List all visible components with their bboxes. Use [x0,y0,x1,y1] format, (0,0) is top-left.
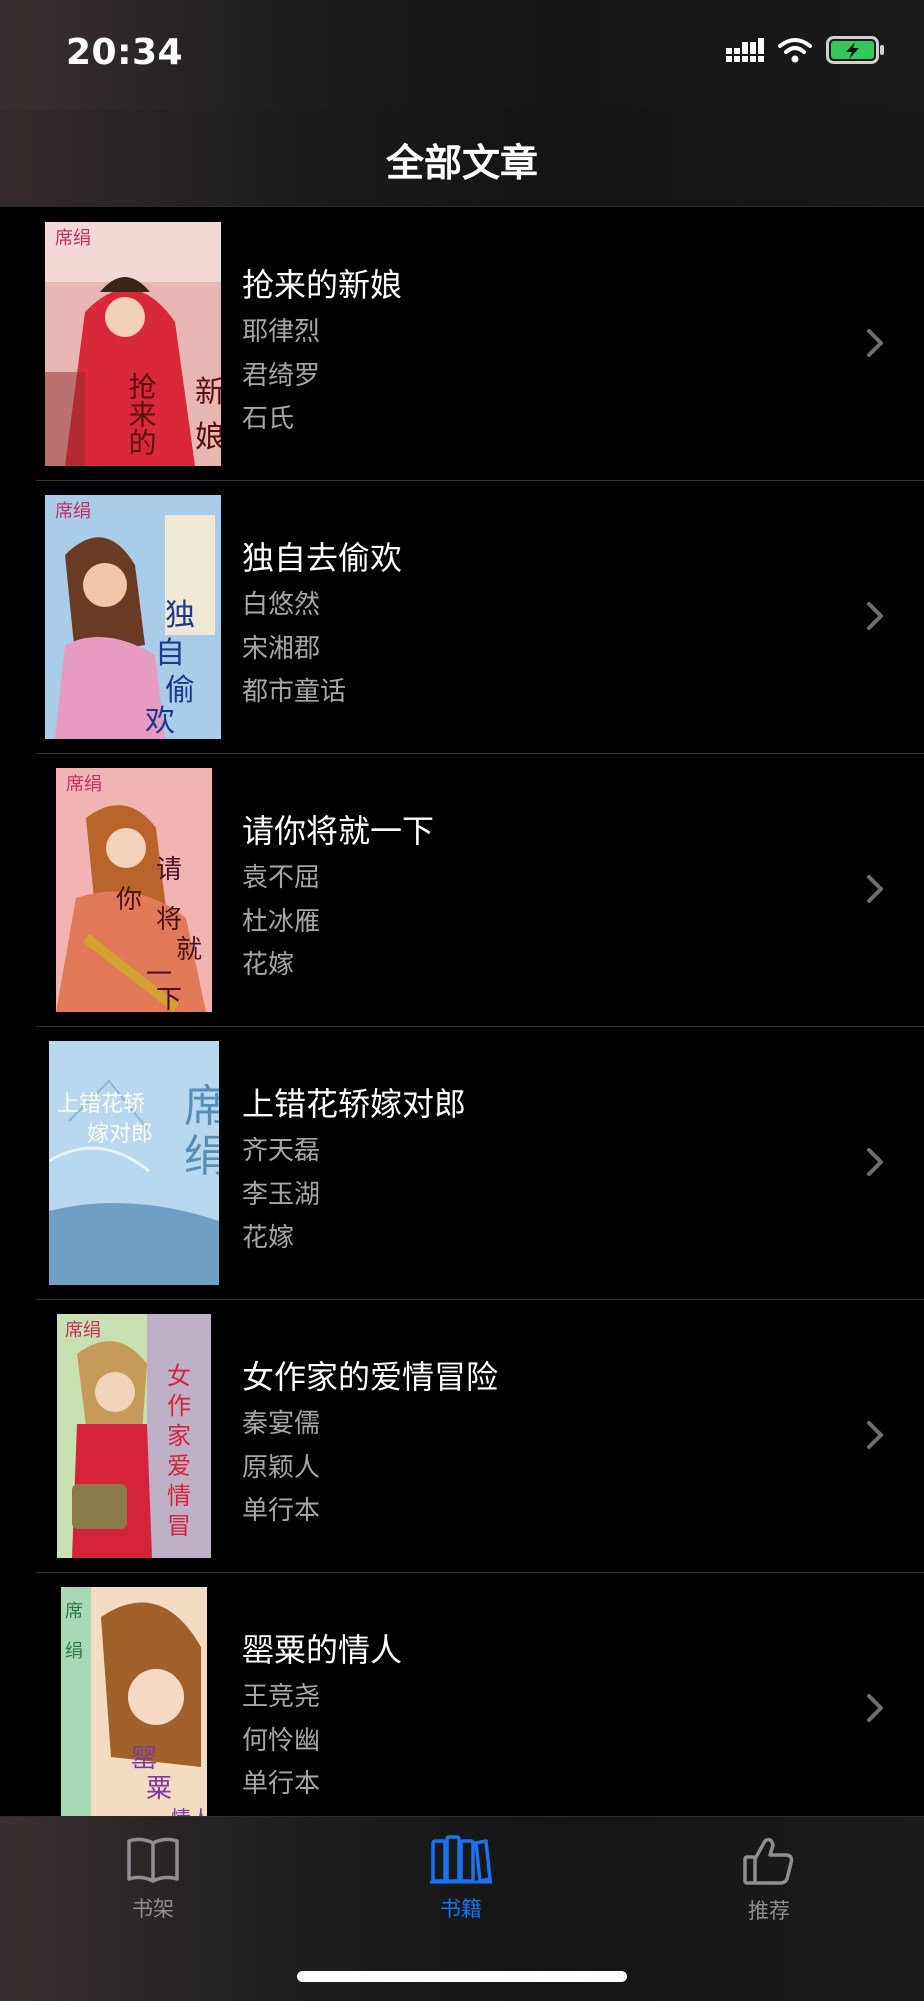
status-bar: 20:34 [0,0,924,110]
svg-text:情: 情 [167,1482,191,1510]
home-indicator[interactable] [297,1971,627,1982]
tab-label: 书架 [132,1897,174,1921]
book-list[interactable]: 抢来的 新 娘 席绢 抢来的新娘 耶律烈 君绮罗 石氏 独 自 偷 欢 席绢 独… [36,208,924,1846]
svg-text:席绢: 席绢 [55,228,91,249]
tab-bookshelf[interactable]: 书架 [93,1835,213,1923]
svg-text:冒: 冒 [167,1512,191,1540]
book-author: 王竞尧 [242,1682,321,1712]
svg-text:作: 作 [167,1392,191,1420]
svg-text:上错花轿: 上错花轿 [57,1092,145,1117]
navigation-bar: 全部文章 [0,110,924,207]
book-author: 白悠然 [242,590,321,620]
book-author: 秦宴儒 [242,1409,321,1439]
book-row[interactable]: 上错花轿 嫁对郎 席 绢 上错花轿嫁对郎 齐天磊 李玉湖 花嫁 [36,1027,924,1300]
chevron-right-icon [867,602,883,630]
svg-text:就: 就 [176,935,202,965]
tab-label: 书籍 [440,1897,482,1921]
svg-text:你: 你 [116,885,142,915]
svg-text:下: 下 [156,985,182,1012]
svg-text:席: 席 [65,1601,83,1622]
book-series: 花嫁 [242,950,295,980]
books-icon [430,1835,492,1884]
book-heroine: 李玉湖 [242,1180,321,1210]
book-heroine: 原颖人 [242,1453,321,1483]
svg-text:席绢: 席绢 [55,501,91,522]
svg-text:抢来的: 抢来的 [125,372,158,456]
page-title: 全部文章 [385,141,538,185]
book-series: 都市童话 [242,677,347,707]
book-title: 抢来的新娘 [242,266,403,304]
book-heroine: 宋湘郡 [242,634,321,664]
status-time: 20:34 [66,32,184,73]
book-author: 齐天磊 [242,1136,321,1166]
svg-text:新: 新 [195,375,221,410]
svg-text:粟: 粟 [146,1774,172,1804]
book-series: 石氏 [242,404,295,434]
svg-text:席绢: 席绢 [66,774,102,795]
battery-charging-icon [826,36,884,64]
tab-recommend[interactable]: 推荐 [709,1835,829,1925]
book-row[interactable]: 独 自 偷 欢 席绢 独自去偷欢 白悠然 宋湘郡 都市童话 [36,481,924,754]
svg-text:请: 请 [156,855,182,885]
svg-text:嫁对郎: 嫁对郎 [87,1122,153,1147]
chevron-right-icon [867,1148,883,1176]
book-cover: 独 自 偷 欢 席绢 [45,495,221,739]
chevron-right-icon [867,875,883,903]
book-title: 罂粟的情人 [242,1631,403,1669]
book-cover: 罂 粟 情人 席 绢 [61,1587,207,1831]
book-series: 单行本 [242,1496,321,1526]
book-series: 单行本 [242,1769,321,1799]
book-cover: 女 作 家 爱 情 冒 席绢 [57,1314,211,1558]
book-title: 上错花轿嫁对郎 [242,1085,467,1123]
svg-text:将: 将 [156,905,182,935]
book-author: 袁不屈 [242,863,321,893]
chevron-right-icon [867,1694,883,1722]
book-title: 请你将就一下 [242,812,435,850]
svg-text:绢: 绢 [65,1641,83,1662]
svg-text:爱: 爱 [167,1452,191,1480]
svg-text:家: 家 [167,1422,191,1450]
book-cover: 请 你 将 就 一 下 席绢 [56,768,212,1012]
svg-text:罂: 罂 [131,1744,157,1774]
svg-text:欢: 欢 [145,704,175,739]
svg-text:娘: 娘 [195,420,221,455]
open-book-icon [127,1837,179,1883]
svg-text:独: 独 [165,598,195,633]
chevron-right-icon [867,329,883,357]
cellular-signal-icon [726,38,764,62]
svg-text:自: 自 [155,636,185,671]
svg-text:女: 女 [167,1362,191,1390]
book-heroine: 何怜幽 [242,1726,321,1756]
book-row[interactable]: 抢来的 新 娘 席绢 抢来的新娘 耶律烈 君绮罗 石氏 [36,208,924,481]
book-author: 耶律烈 [242,317,321,347]
book-row[interactable]: 罂 粟 情人 席 绢 罂粟的情人 王竞尧 何怜幽 单行本 [36,1573,924,1846]
chevron-right-icon [867,1421,883,1449]
book-series: 花嫁 [242,1223,295,1253]
svg-text:绢: 绢 [184,1131,219,1182]
wifi-icon [778,38,812,63]
thumbs-up-icon [743,1837,794,1885]
tab-books[interactable]: 书籍 [401,1835,521,1923]
book-row[interactable]: 请 你 将 就 一 下 席绢 请你将就一下 袁不屈 杜冰雁 花嫁 [36,754,924,1027]
svg-text:偷: 偷 [165,673,195,708]
svg-text:席绢: 席绢 [65,1320,101,1341]
status-icons [726,36,886,64]
book-title: 女作家的爱情冒险 [242,1358,499,1396]
tab-label: 推荐 [748,1899,790,1923]
book-cover: 抢来的 新 娘 席绢 [45,222,221,466]
book-cover: 上错花轿 嫁对郎 席 绢 [49,1041,219,1285]
book-row[interactable]: 女 作 家 爱 情 冒 席绢 女作家的爱情冒险 秦宴儒 原颖人 单行本 [36,1300,924,1573]
book-title: 独自去偷欢 [242,539,403,577]
book-heroine: 杜冰雁 [242,907,321,937]
svg-text:席: 席 [184,1081,219,1132]
book-heroine: 君绮罗 [242,361,321,391]
